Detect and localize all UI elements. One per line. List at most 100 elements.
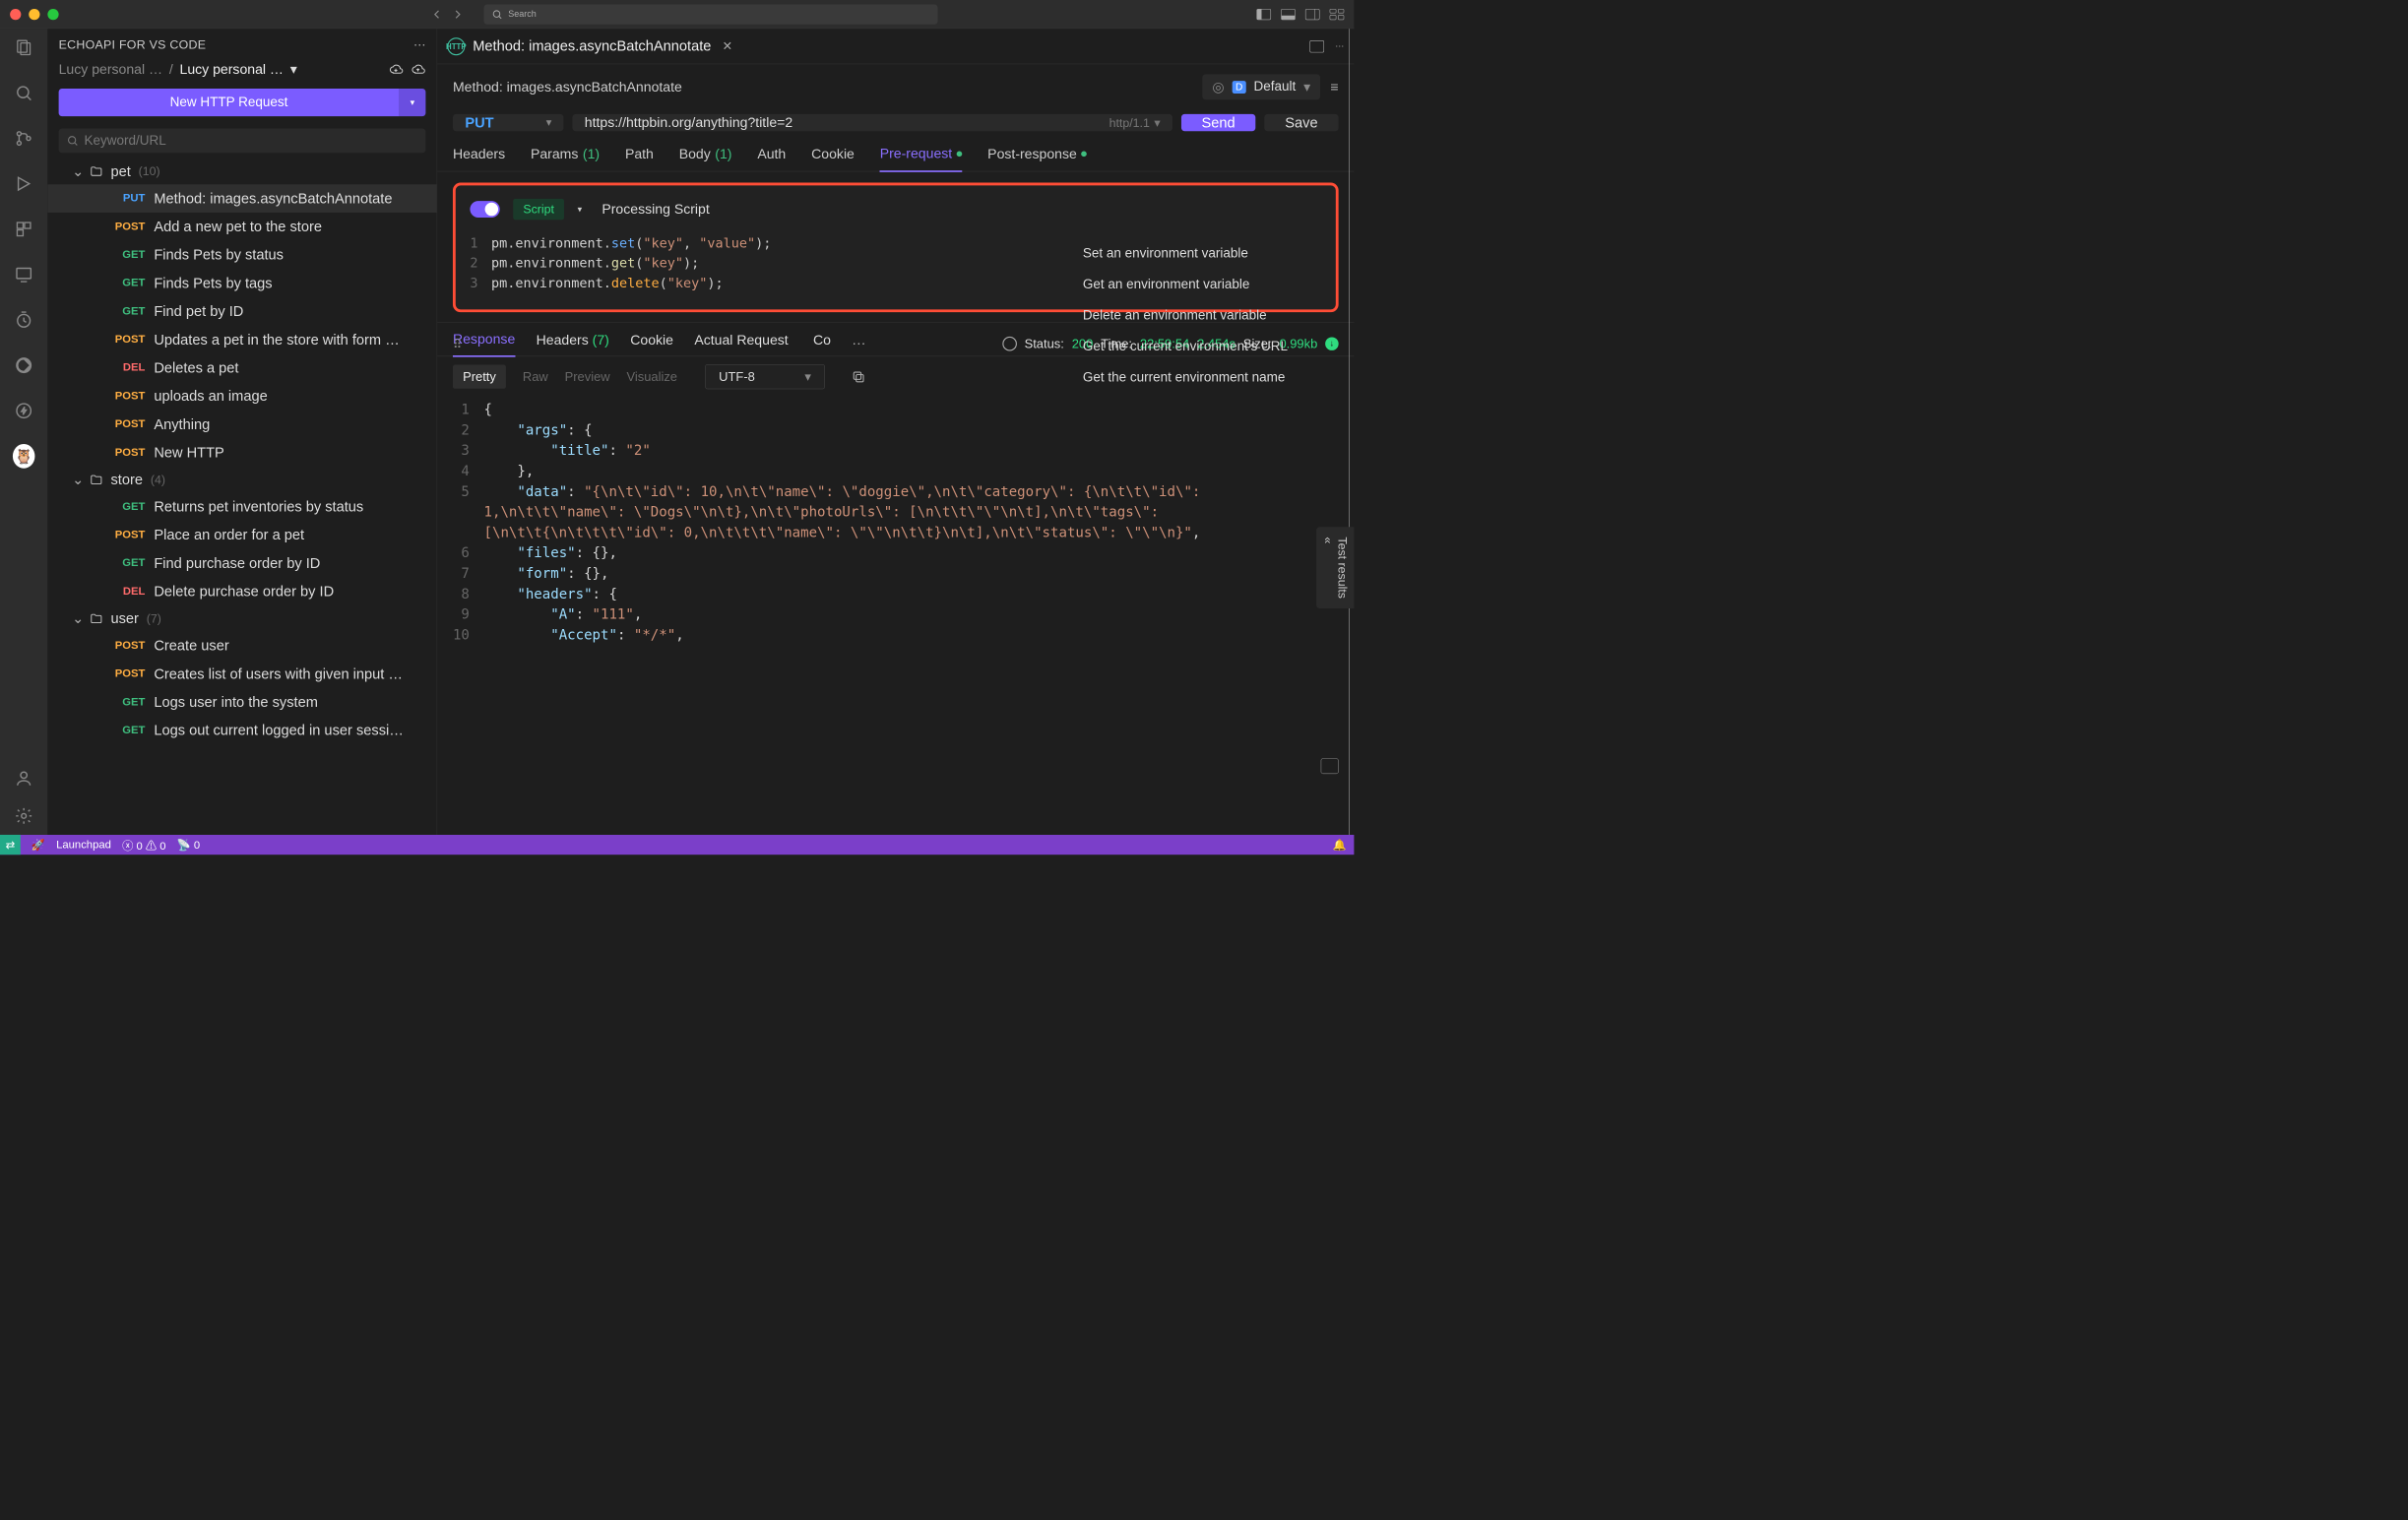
tab-response-cookie[interactable]: Cookie (630, 332, 673, 355)
source-control-icon[interactable] (13, 127, 34, 149)
globe-icon[interactable] (1002, 337, 1017, 351)
script-type-badge[interactable]: Script (513, 199, 564, 220)
remote-explorer-icon[interactable] (13, 264, 34, 285)
tab-response-headers[interactable]: Headers (7) (537, 332, 609, 355)
tree-item[interactable]: POST uploads an image (47, 382, 436, 411)
cloud-down-icon[interactable] (388, 63, 404, 76)
tree-group-store[interactable]: ⌄ store (4) (47, 467, 436, 492)
sidebar-more-icon[interactable]: ⋯ (413, 37, 425, 52)
tree-item[interactable]: PUT Method: images.asyncBatchAnnotate (47, 184, 436, 213)
run-debug-icon[interactable] (13, 172, 34, 194)
toggle-secondary-sidebar-icon[interactable] (1305, 9, 1320, 20)
tab-path[interactable]: Path (625, 146, 654, 171)
more-actions-icon[interactable]: ⋯ (1335, 40, 1344, 52)
command-center-search[interactable]: Search (483, 4, 937, 24)
launchpad-button[interactable]: Launchpad (56, 839, 111, 852)
toggle-panel-icon[interactable] (1281, 9, 1296, 20)
search-activity-icon[interactable] (13, 82, 34, 103)
response-body[interactable]: 12345678910 { "args": { "title": "2" }, … (437, 397, 1354, 835)
pacman-icon[interactable] (13, 354, 34, 376)
tab-params[interactable]: Params (1) (531, 146, 600, 171)
tab-headers[interactable]: Headers (453, 146, 505, 171)
tab-cookie[interactable]: Cookie (811, 146, 855, 171)
tree-item[interactable]: POST Anything (47, 411, 436, 439)
ports-button[interactable]: 📡 0 (177, 838, 200, 852)
view-preview[interactable]: Preview (565, 369, 610, 384)
tab-body[interactable]: Body (1) (679, 146, 732, 171)
remote-indicator[interactable]: ⇄ (0, 835, 21, 855)
drag-handle-icon[interactable]: ⠿ (453, 338, 462, 352)
maximize-panel-icon[interactable] (1321, 758, 1339, 774)
tree-item[interactable]: GET Logs out current logged in user sess… (47, 717, 436, 745)
view-raw[interactable]: Raw (523, 369, 548, 384)
snippet-helper-item[interactable]: Set an environment variable (1083, 246, 1343, 262)
script-enabled-toggle[interactable] (470, 201, 499, 218)
tree-item[interactable]: GET Find purchase order by ID (47, 549, 436, 578)
workspace-breadcrumb[interactable]: Lucy personal … / Lucy personal … ▾ (47, 56, 436, 82)
close-tab-icon[interactable]: ✕ (723, 39, 732, 54)
tree-item[interactable]: POST Updates a pet in the store with for… (47, 326, 436, 354)
options-icon[interactable]: ≡ (1330, 79, 1338, 95)
tab-co[interactable]: Co (813, 332, 831, 355)
tree-item[interactable]: DEL Delete purchase order by ID (47, 577, 436, 605)
tree-item[interactable]: GET Finds Pets by tags (47, 269, 436, 297)
new-http-request-button[interactable]: New HTTP Request (59, 89, 400, 116)
echoapi-icon[interactable]: 🦉 (13, 445, 34, 467)
view-visualize[interactable]: Visualize (626, 369, 677, 384)
tree-item[interactable]: GET Logs user into the system (47, 688, 436, 717)
copy-icon[interactable] (852, 369, 866, 384)
tab-auth[interactable]: Auth (757, 146, 786, 171)
cloud-up-icon[interactable] (411, 63, 426, 76)
tree-item[interactable]: POST Creates list of users with given in… (47, 660, 436, 688)
explorer-icon[interactable] (13, 36, 34, 58)
problems-button[interactable]: ⓧ 0 ⚠ 0 (122, 837, 165, 853)
encoding-selector[interactable]: UTF-8 ▾ (705, 364, 825, 389)
environment-selector[interactable]: ◎ D Default ▾ (1202, 74, 1320, 99)
tab-pre-request[interactable]: Pre-request (880, 146, 963, 172)
chevron-down-icon[interactable]: ▾ (578, 204, 583, 215)
tree-group-pet[interactable]: ⌄ pet (10) (47, 158, 436, 184)
timer-icon[interactable] (13, 309, 34, 331)
tree-group-user[interactable]: ⌄ user (7) (47, 605, 436, 631)
settings-gear-icon[interactable] (13, 805, 34, 827)
tab-title[interactable]: Method: images.asyncBatchAnnotate (473, 37, 711, 54)
tree-item[interactable]: POST Place an order for a pet (47, 521, 436, 549)
rocket-icon[interactable]: 🚀 (32, 838, 45, 852)
tree-item[interactable]: GET Find pet by ID (47, 297, 436, 326)
toggle-primary-sidebar-icon[interactable] (1256, 9, 1271, 20)
method-selector[interactable]: PUT ▾ (453, 114, 563, 131)
save-button[interactable]: Save (1264, 114, 1338, 131)
notifications-icon[interactable]: 🔔 (1333, 838, 1347, 852)
chevron-down-icon[interactable]: ▾ (290, 61, 297, 78)
snippet-helper-item[interactable]: Get an environment variable (1083, 277, 1343, 292)
tree-item[interactable]: POST New HTTP (47, 438, 436, 467)
close-window[interactable] (10, 9, 21, 20)
tree-item[interactable]: GET Finds Pets by status (47, 241, 436, 270)
tab-actual-request[interactable]: Actual Request (694, 332, 792, 355)
url-input[interactable]: https://httpbin.org/anything?title=2 htt… (572, 114, 1172, 131)
maximize-window[interactable] (47, 9, 58, 20)
back-icon[interactable] (429, 7, 444, 22)
snippet-helper-item[interactable]: Get the current environment's URL (1083, 339, 1343, 354)
split-editor-icon[interactable] (1309, 40, 1324, 52)
accounts-icon[interactable] (13, 767, 34, 789)
extensions-icon[interactable] (13, 219, 34, 240)
minimize-window[interactable] (29, 9, 39, 20)
snippet-helper-item[interactable]: Get the current environment name (1083, 370, 1343, 386)
tree-item[interactable]: GET Returns pet inventories by status (47, 492, 436, 521)
customize-layout-icon[interactable] (1330, 9, 1345, 20)
view-pretty[interactable]: Pretty (453, 365, 506, 389)
tab-response[interactable]: Response (453, 332, 515, 357)
forward-icon[interactable] (451, 7, 466, 22)
send-button[interactable]: Send (1181, 114, 1255, 131)
tree-item[interactable]: DEL Deletes a pet (47, 353, 436, 382)
new-request-dropdown[interactable]: ▾ (399, 89, 425, 116)
tree-item[interactable]: POST Create user (47, 632, 436, 661)
snippet-helper-item[interactable]: Delete an environment variable (1083, 308, 1343, 324)
more-tabs-icon[interactable]: ⋯ (852, 336, 865, 352)
tree-item[interactable]: POST Add a new pet to the store (47, 213, 436, 241)
sidebar-search-input[interactable]: Keyword/URL (59, 128, 426, 153)
test-results-tab[interactable]: « Test results (1316, 527, 1354, 608)
tab-post-response[interactable]: Post-response (987, 146, 1087, 171)
bolt-icon[interactable] (13, 400, 34, 421)
